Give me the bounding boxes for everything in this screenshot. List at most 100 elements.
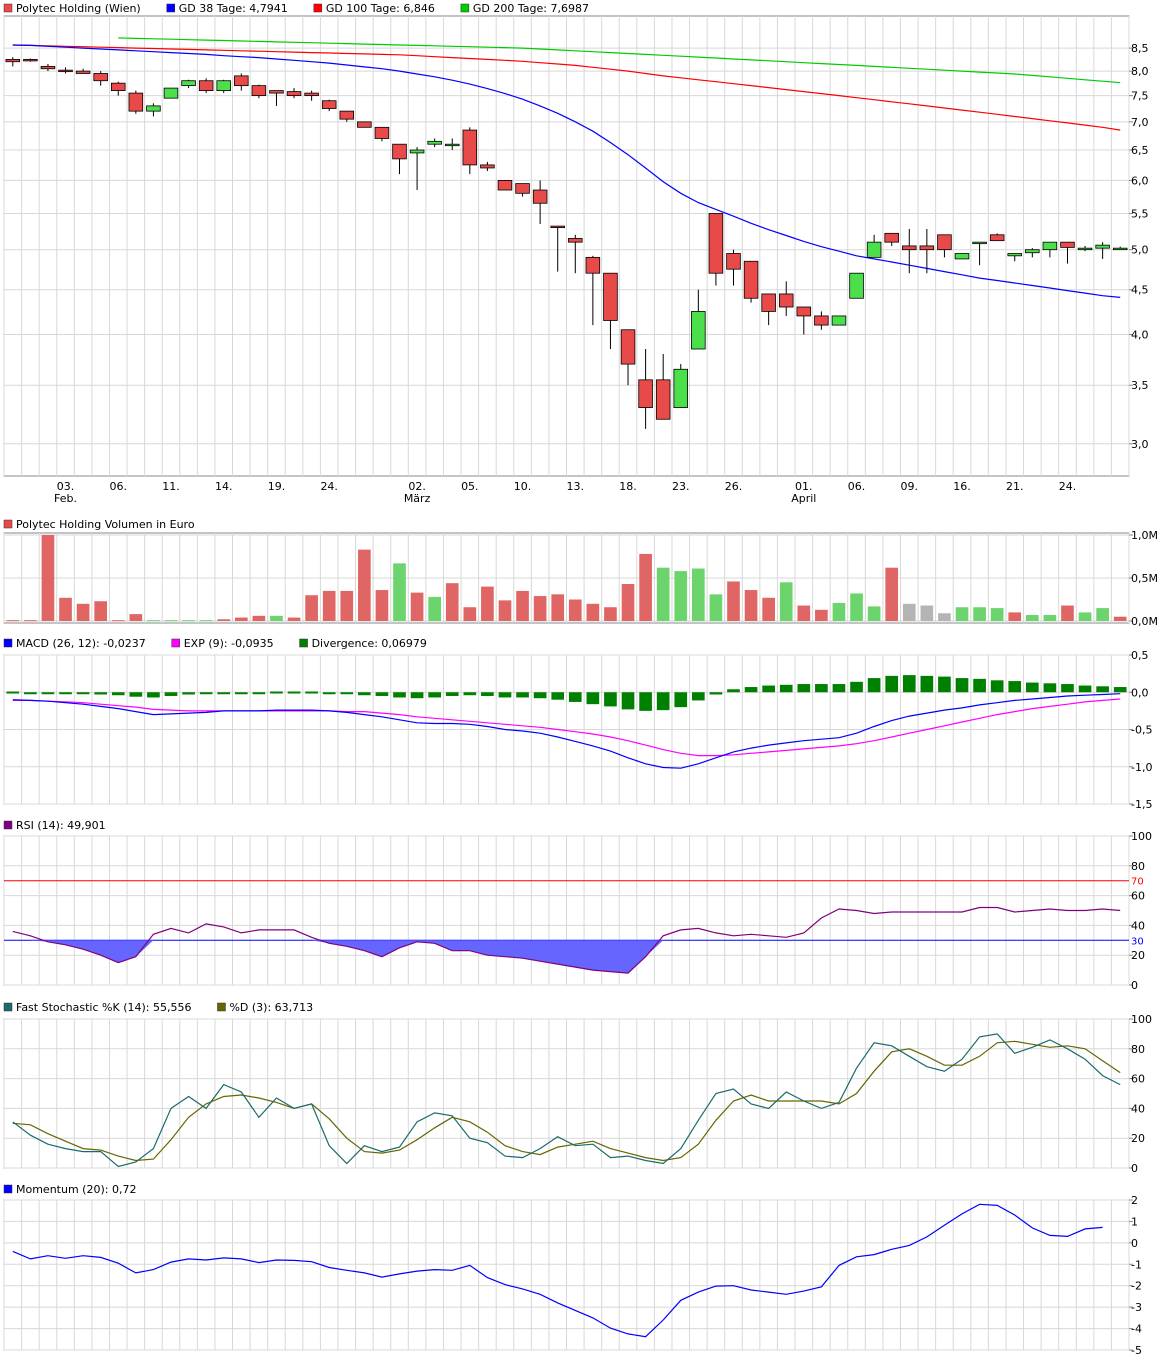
price-y-tick-label: 8,0 xyxy=(1131,65,1149,78)
volume-bar xyxy=(674,571,688,621)
divergence-bar xyxy=(621,692,635,710)
volume-bar xyxy=(463,607,477,621)
divergence-bar xyxy=(305,691,318,694)
candle-body xyxy=(603,272,618,321)
x-tick-label: 14. xyxy=(215,480,233,493)
x-tick-label: 26. xyxy=(725,480,743,493)
divergence-bar xyxy=(727,689,740,693)
momentum-y-tick-label: -5 xyxy=(1131,1344,1142,1357)
candle-body xyxy=(111,82,126,91)
divergence-bar xyxy=(674,692,688,708)
candle-body xyxy=(128,92,144,112)
volume-bar xyxy=(234,617,248,621)
rsi-y-tick-label: 60 xyxy=(1131,890,1145,903)
rsi-ref-label: 30 xyxy=(1131,936,1144,947)
divergence-bar xyxy=(76,692,90,695)
volume-bar xyxy=(867,606,881,621)
stochastic-legend-swatch xyxy=(217,1002,226,1012)
divergence-bar xyxy=(234,692,248,695)
volume-bar xyxy=(920,605,934,621)
candle-body xyxy=(937,234,952,251)
x-tick-label: 18. xyxy=(619,480,637,493)
macd-legend-swatch xyxy=(3,638,13,648)
divergence-bar xyxy=(516,692,529,698)
divergence-bar xyxy=(639,692,652,711)
volume-bar xyxy=(164,620,178,622)
volume-bar xyxy=(832,602,846,621)
volume-bar xyxy=(270,615,283,621)
volume-bar xyxy=(533,596,547,621)
candle-body xyxy=(23,59,38,62)
momentum-y-tick-label: -2 xyxy=(1131,1280,1142,1293)
price-y-tick-label: 7,0 xyxy=(1131,116,1149,129)
price-legend-swatch xyxy=(313,3,323,13)
price-legend-label: GD 100 Tage: 6,846 xyxy=(326,2,435,15)
macd-y-tick-label: 0,5 xyxy=(1131,649,1149,662)
volume-bar xyxy=(111,620,125,622)
volume-bar xyxy=(445,583,459,621)
candle-body xyxy=(321,100,337,109)
volume-bar xyxy=(129,614,143,621)
macd-legend-label: MACD (26, 12): -0,0237 xyxy=(16,637,146,650)
price-y-tick-label: 6,5 xyxy=(1131,144,1149,157)
candle-body xyxy=(919,245,935,251)
volume-bar xyxy=(76,603,90,621)
candle-body xyxy=(269,90,284,94)
divergence-bar xyxy=(551,692,565,700)
volume-bar xyxy=(639,553,652,621)
x-tick-label: 06. xyxy=(110,480,128,493)
volume-bar xyxy=(340,590,354,621)
momentum-y-tick-label: 2 xyxy=(1131,1194,1138,1207)
volume-bar xyxy=(358,549,371,621)
divergence-bar xyxy=(955,678,969,693)
divergence-bar xyxy=(129,692,143,697)
candle-body xyxy=(1077,247,1093,251)
rsi-y-tick-label: 100 xyxy=(1131,830,1152,843)
divergence-bar xyxy=(445,692,459,696)
divergence-bar xyxy=(287,691,301,694)
divergence-bar xyxy=(1061,684,1074,693)
divergence-bar xyxy=(692,692,705,701)
volume-legend-label: Polytec Holding Volumen in Euro xyxy=(16,518,195,531)
stochastic-y-tick-label: 60 xyxy=(1131,1073,1145,1086)
rsi-legend-label: RSI (14): 49,901 xyxy=(16,819,106,832)
volume-bar xyxy=(797,605,811,621)
candle-body xyxy=(1007,253,1022,257)
macd-y-tick-label: -1,5 xyxy=(1131,798,1152,811)
divergence-bar xyxy=(393,692,406,698)
candle-body xyxy=(286,91,302,97)
x-tick-label: 05. xyxy=(461,480,479,493)
divergence-bar xyxy=(147,692,160,698)
volume-bar xyxy=(1008,612,1022,621)
price-legend-swatch xyxy=(166,3,175,13)
divergence-bar xyxy=(252,692,266,695)
candle-body xyxy=(568,238,583,243)
candle-body xyxy=(972,241,987,245)
candle-body xyxy=(989,234,1005,242)
macd-y-tick-label: -0,5 xyxy=(1131,724,1152,737)
volume-bar xyxy=(516,590,529,621)
candle-body xyxy=(620,329,636,365)
candle-body xyxy=(480,164,495,169)
rsi-y-tick-label: 0 xyxy=(1131,979,1138,992)
candle-body xyxy=(1060,241,1075,248)
candle-body xyxy=(93,73,108,82)
candle-body xyxy=(75,70,91,74)
volume-bar xyxy=(551,594,565,621)
candle-body xyxy=(778,293,794,308)
divergence-bar xyxy=(885,675,899,693)
macd-legend-swatch xyxy=(299,638,308,648)
volume-bar xyxy=(973,607,986,621)
candle-body xyxy=(638,379,653,408)
stochastic-y-tick-label: 80 xyxy=(1131,1043,1145,1056)
volume-bar xyxy=(94,601,108,621)
candle-body xyxy=(163,87,179,99)
volume-bar xyxy=(59,597,72,621)
candle-body xyxy=(743,260,759,299)
volume-bar xyxy=(481,586,494,621)
volume-bar xyxy=(6,620,20,622)
divergence-bar xyxy=(815,684,828,693)
rsi-y-tick-label: 20 xyxy=(1131,949,1145,962)
momentum-y-tick-label: -3 xyxy=(1131,1301,1142,1314)
macd-legend-swatch xyxy=(171,638,180,648)
